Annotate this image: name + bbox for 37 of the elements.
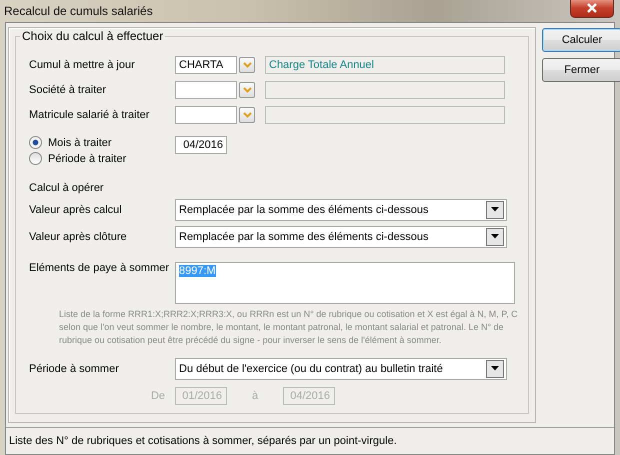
caret-icon (491, 207, 499, 212)
close-button[interactable] (570, 0, 614, 18)
field-label: Matricule salarié à traiter (29, 108, 150, 120)
caret-icon (242, 86, 252, 92)
combo-box[interactable]: CHARTA (175, 56, 237, 74)
group-title: Choix du calcul à effectuer (20, 29, 166, 43)
combo-box[interactable] (175, 106, 237, 124)
field-label: Eléments de paye à sommer (29, 262, 170, 276)
field-label: Cumul à mettre à jour (29, 58, 136, 70)
dropdown[interactable]: Remplacée par la somme des éléments ci-dessous (175, 198, 507, 220)
range-label: à (250, 390, 260, 402)
status-bar: Liste des N° de rubriques et cotisations à sommer, séparés par un point-virgule. (6, 427, 614, 454)
close-icon (586, 3, 598, 13)
dropdown[interactable]: Du début de l'exercice (ou du contrat) au bulletin traité (175, 358, 507, 380)
month-field[interactable]: 04/2016 (175, 136, 227, 154)
field-label: Société à traiter (29, 84, 108, 96)
caret-icon (491, 366, 499, 371)
section-label: Calcul à opérer (29, 182, 105, 194)
dialog-button[interactable]: Fermer (542, 58, 620, 82)
combo-box[interactable] (175, 80, 237, 98)
radio-button[interactable]: Période à traiter (29, 152, 175, 165)
dropdown-button[interactable] (239, 82, 255, 98)
dropdown-button[interactable] (239, 106, 255, 122)
help-text: Liste de la forme RRR1:X;RRR2:X;RRR3:X, ou RRRn est un N° de rubrique ou cotisation et X est égal à N, M, P, C selon que l'on veut sommer le nombre, le montant, le montant patronal, le montant salarial et patronal. Le N° de rubrique ou cotisation peut être précédé du signe - pour inverser le sens de l'élément à sommer. (59, 308, 519, 347)
dropdown[interactable]: Remplacée par la somme des éléments ci-dessous (175, 226, 507, 248)
radio-button[interactable]: Mois à traiter (29, 136, 175, 149)
description-field: Charge Totale Annuel (265, 56, 505, 74)
range-label: De (150, 390, 166, 402)
window-title: Recalcul de cumuls salariés (4, 4, 153, 18)
dropdown-button[interactable] (239, 56, 255, 72)
dialog-button[interactable]: Calculer (542, 28, 620, 52)
caret-icon (491, 234, 499, 239)
field-label: Valeur après calcul (29, 204, 123, 216)
field-label: Période à sommer (29, 362, 120, 374)
field-label: Valeur après clôture (29, 230, 128, 242)
caret-icon (242, 112, 252, 118)
caret-icon (242, 62, 252, 68)
